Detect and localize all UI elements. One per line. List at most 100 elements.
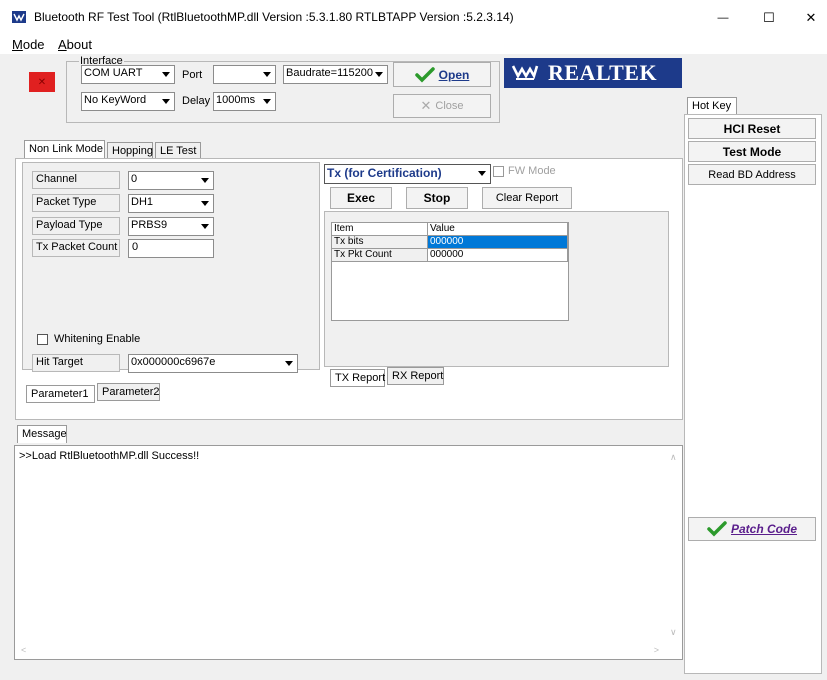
tx-mode-select[interactable]: Tx (for Certification): [324, 164, 491, 184]
scroll-down-icon: ∨: [670, 627, 677, 637]
maximize-button[interactable]: ☐: [752, 6, 786, 30]
patch-code-label: Patch Code: [730, 522, 797, 536]
tab-hot-key[interactable]: Hot Key: [687, 97, 737, 115]
hit-target-select-value: 0x000000c6967e: [131, 356, 216, 368]
com-select[interactable]: COM UART: [81, 65, 175, 84]
maximize-icon: ☐: [763, 10, 775, 25]
close-button[interactable]: ✕ Close: [393, 94, 491, 118]
horizontal-scrollbar[interactable]: < >: [15, 642, 665, 659]
payload-type-label: Payload Type: [32, 217, 120, 235]
message-box[interactable]: >>Load RtlBluetoothMP.dll Success!! ∧ ∨ …: [14, 445, 683, 660]
minimize-button[interactable]: —: [706, 6, 740, 30]
port-label: Port: [182, 69, 203, 81]
tab-parameter2[interactable]: Parameter2: [97, 383, 160, 401]
table-row[interactable]: Tx Pkt Count 000000: [332, 249, 568, 262]
menu-about-label: bout: [66, 37, 92, 52]
baudrate-select-value: Baudrate=115200: [286, 67, 373, 79]
delay-label: Delay: [182, 95, 211, 107]
packet-type-label: Packet Type: [32, 194, 120, 212]
channel-select-value: 0: [131, 173, 138, 185]
baudrate-select[interactable]: Baudrate=115200: [283, 65, 388, 84]
hit-target-select[interactable]: 0x000000c6967e: [128, 354, 298, 373]
chevron-down-icon: [158, 94, 173, 109]
tab-parameter1[interactable]: Parameter1: [26, 385, 95, 403]
realtek-logo: REALTEK: [504, 58, 682, 88]
status-x-icon: ✕: [37, 76, 47, 88]
message-text: >>Load RtlBluetoothMP.dll Success!!: [19, 450, 200, 462]
scroll-right-icon: >: [653, 645, 659, 655]
keyword-select[interactable]: No KeyWord: [81, 92, 175, 111]
menu-mode-label: ode: [22, 37, 45, 52]
chevron-down-icon: [259, 67, 274, 82]
payload-type-select-value: PRBS9: [131, 219, 168, 231]
grid-header-value: Value: [428, 223, 568, 236]
keyword-select-value: No KeyWord: [84, 94, 147, 106]
grid-header-item: Item: [332, 223, 428, 236]
tab-rx-report[interactable]: RX Report: [387, 367, 444, 385]
chevron-down-icon: [474, 166, 489, 181]
delay-select[interactable]: 1000ms: [213, 92, 276, 111]
channel-label: Channel: [32, 171, 120, 189]
grid-cell-item: Tx Pkt Count: [332, 249, 428, 262]
fw-mode-label: FW Mode: [508, 165, 556, 177]
connection-status-indicator: ✕: [29, 72, 55, 92]
clear-report-button[interactable]: Clear Report: [482, 187, 572, 209]
realtek-brand-text: REALTEK: [548, 60, 658, 85]
title-bar: Bluetooth RF Test Tool (RtlBluetoothMP.d…: [0, 0, 827, 34]
test-mode-button[interactable]: Test Mode: [688, 141, 816, 162]
grid-cell-value: 000000: [428, 249, 568, 262]
chevron-down-icon: [197, 219, 212, 234]
stop-button[interactable]: Stop: [406, 187, 468, 209]
grid-cell-item: Tx bits: [332, 236, 428, 249]
chevron-down-icon: [281, 356, 296, 371]
open-button[interactable]: Open: [393, 62, 491, 87]
chevron-down-icon: [158, 67, 173, 82]
patch-code-button[interactable]: Patch Code: [688, 517, 816, 541]
chevron-down-icon: [259, 94, 274, 109]
port-select[interactable]: [213, 65, 276, 84]
vertical-scrollbar[interactable]: ∧ ∨: [665, 446, 682, 642]
scroll-up-icon: ∧: [670, 452, 677, 462]
realtek-crab-icon: [511, 65, 539, 80]
report-grid: Item Value Tx bits 000000 Tx Pkt Count 0…: [331, 222, 569, 321]
tx-packet-count-input[interactable]: 0: [128, 239, 214, 258]
hci-reset-button[interactable]: HCI Reset: [688, 118, 816, 139]
tab-message[interactable]: Message: [17, 425, 67, 443]
table-row[interactable]: Tx bits 000000: [332, 236, 568, 249]
open-button-label: Open: [438, 67, 470, 82]
packet-type-select[interactable]: DH1: [128, 194, 214, 213]
chevron-down-icon: [197, 173, 212, 188]
channel-select[interactable]: 0: [128, 171, 214, 190]
tx-mode-select-value: Tx (for Certification): [327, 166, 442, 180]
delay-select-value: 1000ms: [216, 94, 256, 106]
com-select-value: COM UART: [84, 67, 143, 79]
whitening-checkbox[interactable]: [37, 334, 48, 345]
close-window-button[interactable]: ✕: [794, 6, 827, 30]
packet-type-select-value: DH1: [131, 196, 154, 208]
checkmark-icon: [414, 66, 435, 82]
window-title: Bluetooth RF Test Tool (RtlBluetoothMP.d…: [34, 10, 514, 24]
minimize-icon: —: [717, 12, 729, 24]
checkmark-icon: [707, 521, 727, 537]
grid-header-row: Item Value: [332, 223, 568, 236]
menu-about[interactable]: About: [58, 37, 92, 52]
chevron-down-icon: [371, 67, 386, 82]
exec-button[interactable]: Exec: [330, 187, 392, 209]
payload-type-select[interactable]: PRBS9: [128, 217, 214, 236]
fw-mode-checkbox[interactable]: [493, 166, 504, 177]
hit-target-label: Hit Target: [32, 354, 120, 372]
whitening-label: Whitening Enable: [54, 333, 141, 345]
read-bd-address-button[interactable]: Read BD Address: [688, 164, 816, 185]
tab-non-link-mode[interactable]: Non Link Mode: [24, 140, 105, 158]
close-button-label: Close: [435, 100, 464, 112]
chevron-down-icon: [197, 196, 212, 211]
grid-cell-value: 000000: [428, 236, 568, 249]
close-x-icon: ✕: [420, 98, 432, 113]
menu-mode[interactable]: Mode: [12, 37, 45, 52]
tx-packet-count-label: Tx Packet Count: [32, 239, 120, 257]
app-icon: [12, 11, 26, 23]
hot-key-panel: [684, 114, 822, 674]
tab-tx-report[interactable]: TX Report: [330, 369, 385, 387]
scroll-left-icon: <: [21, 645, 27, 655]
close-icon: ✕: [805, 10, 817, 25]
